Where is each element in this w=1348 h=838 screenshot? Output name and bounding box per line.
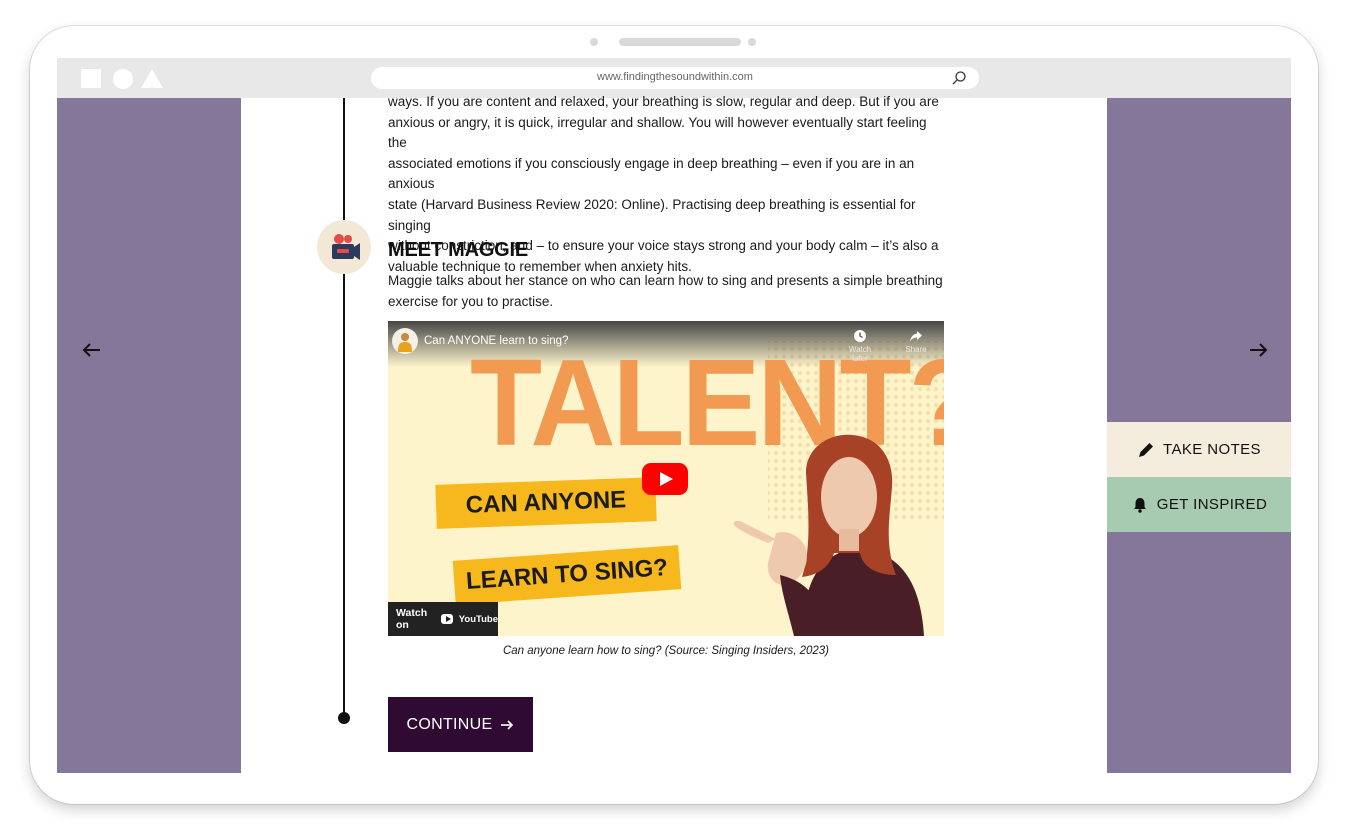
watch-on-label: Watch on <box>396 607 428 631</box>
timeline-line <box>343 98 345 719</box>
url-text: www.findingthesoundwithin.com <box>597 71 753 83</box>
watch-on-youtube-button[interactable]: Watch on YouTube <box>388 602 498 636</box>
play-button[interactable] <box>642 463 688 495</box>
get-inspired-label: GET INSPIRED <box>1156 496 1268 513</box>
square-icon <box>81 69 101 88</box>
arrow-right-icon <box>501 719 514 730</box>
video-caption: Can anyone learn how to sing? (Source: S… <box>502 645 830 657</box>
main-content: ways. If you are content and relaxed, yo… <box>241 94 1107 773</box>
share-button[interactable]: Share <box>896 329 936 354</box>
presenter-image <box>733 434 924 636</box>
search-icon[interactable] <box>951 70 967 86</box>
thumbnail-banner: CAN ANYONE <box>435 477 657 529</box>
video-camera-icon <box>332 234 360 260</box>
camera-dot <box>748 38 756 46</box>
get-inspired-button[interactable]: GET INSPIRED <box>1107 477 1291 532</box>
video-title[interactable]: Can ANYONE learn to sing? <box>424 335 568 347</box>
description-line: exercise for you to practise. <box>388 294 554 309</box>
youtube-logo-icon <box>441 614 453 624</box>
timeline-end-dot <box>338 712 350 724</box>
clock-icon <box>854 330 866 342</box>
continue-label: CONTINUE <box>406 715 493 733</box>
paragraph-line: anxious or angry, it is quick, irregular… <box>388 114 927 151</box>
triangle-icon <box>141 69 163 88</box>
take-notes-label: TAKE NOTES <box>1163 441 1261 458</box>
description-line: Maggie talks about her stance on who can… <box>388 273 943 288</box>
continue-button[interactable]: CONTINUE <box>388 697 533 752</box>
timeline-icon <box>317 220 371 274</box>
screen: www.findingthesoundwithin.com TAKE NOTES <box>57 58 1291 773</box>
circle-icon <box>113 69 133 89</box>
paragraph-line: state (Harvard Business Review 2020: Onl… <box>388 196 916 233</box>
left-side-panel <box>57 98 241 773</box>
paragraph-line: ways. If you are content and relaxed, yo… <box>388 94 939 109</box>
section-title: MEET MAGGIE <box>388 239 529 261</box>
address-bar[interactable]: www.findingthesoundwithin.com <box>371 67 979 89</box>
share-label: Share <box>905 345 927 354</box>
watch-later-label: Watch later <box>848 345 872 363</box>
camera-dot <box>590 38 598 46</box>
arrow-left-icon[interactable] <box>81 341 103 359</box>
bell-icon <box>1133 497 1146 513</box>
arrow-right-icon[interactable] <box>1247 341 1269 359</box>
tablet-frame: www.findingthesoundwithin.com TAKE NOTES <box>30 26 1318 804</box>
channel-avatar[interactable] <box>392 328 418 354</box>
speaker-bar <box>619 38 741 46</box>
watch-later-button[interactable]: Watch later <box>840 329 880 363</box>
pen-icon <box>1139 442 1154 457</box>
section-description: Maggie talks about her stance on who can… <box>388 270 948 312</box>
youtube-video-embed[interactable]: TALENT? Can ANYONE learn to sing? Watch … <box>388 321 944 636</box>
paragraph-line: associated emotions if you consciously e… <box>388 155 915 192</box>
take-notes-button[interactable]: TAKE NOTES <box>1107 422 1291 477</box>
share-icon <box>910 331 922 342</box>
youtube-label: YouTube <box>458 613 498 625</box>
